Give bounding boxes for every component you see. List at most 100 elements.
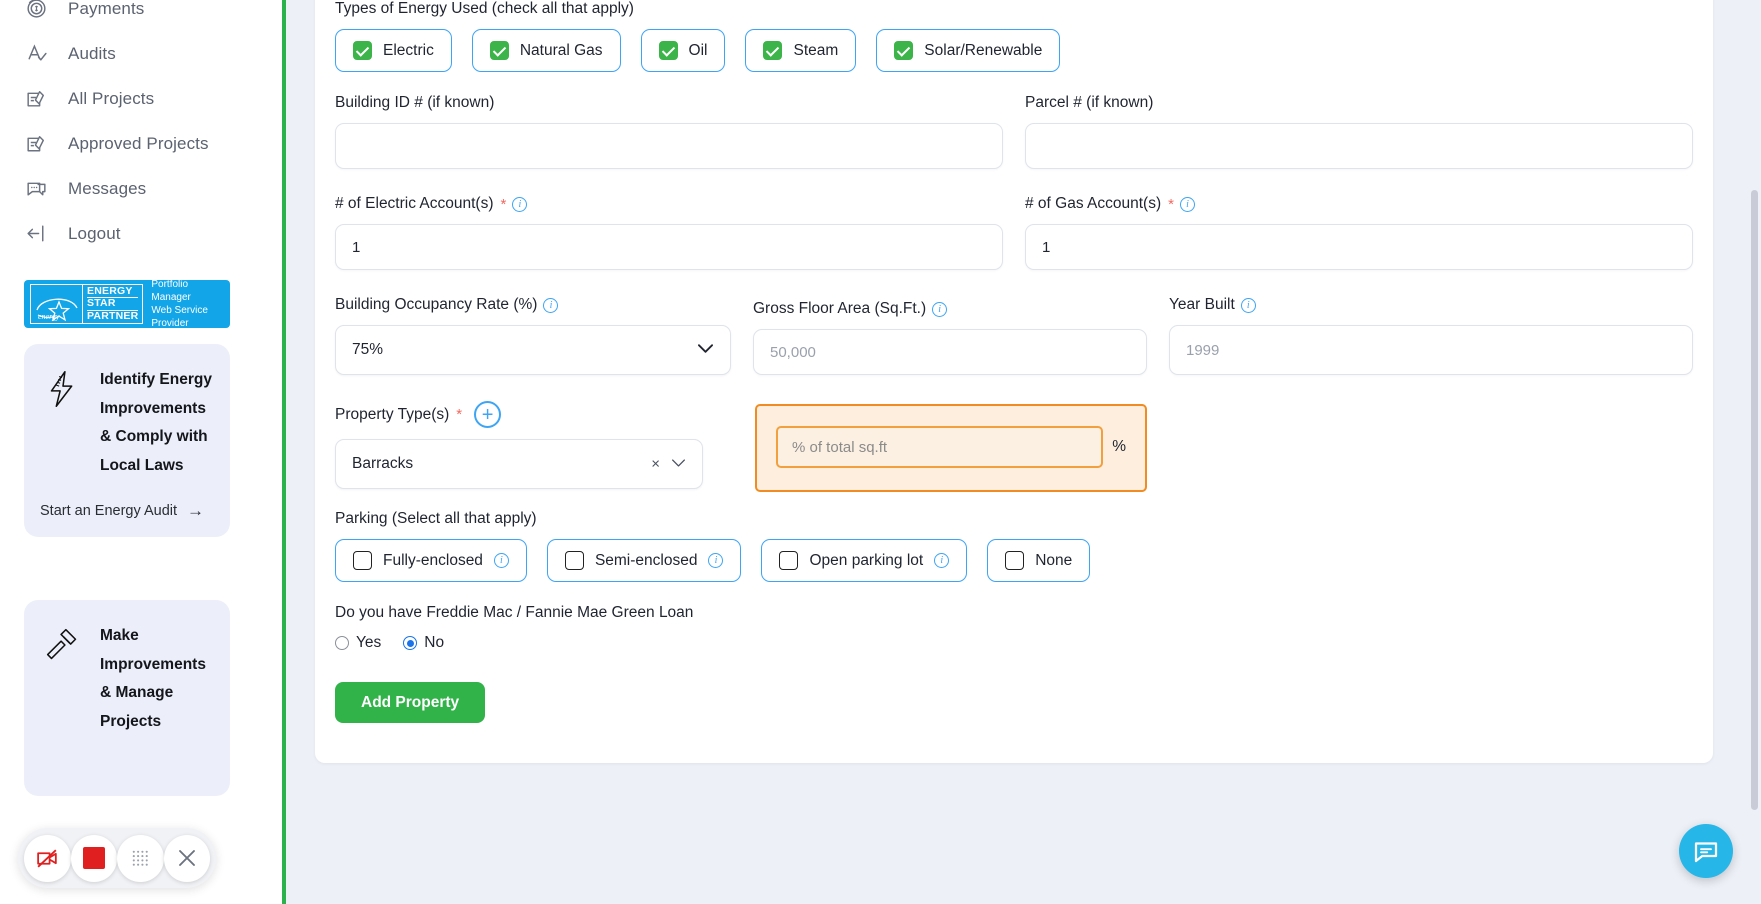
checkbox-box[interactable] [489, 41, 509, 60]
lightning-bolt-icon [40, 366, 86, 412]
gross-floor-area-input[interactable]: 50,000 [753, 329, 1147, 375]
add-property-button[interactable]: Add Property [335, 682, 486, 723]
label-text: Gross Floor Area (Sq.Ft.) [753, 300, 927, 317]
radio-button[interactable] [403, 636, 418, 650]
parking-label: Parking (Select all that apply) [335, 510, 537, 527]
checkbox-open-parking-lot[interactable]: Open parking lot i [761, 539, 968, 582]
promo-card-energy-audit[interactable]: Identify Energy Improvements & Comply wi… [24, 344, 230, 537]
sidebar-item-label: Payments [68, 0, 145, 18]
close-icon[interactable] [163, 834, 210, 882]
electric-accounts-field: # of Electric Account(s) * i 1 [335, 195, 1003, 270]
info-icon[interactable]: i [934, 553, 950, 568]
camera-off-icon[interactable] [24, 834, 71, 882]
approved-projects-icon [22, 130, 50, 158]
sidebar-item-logout[interactable]: Logout [0, 211, 282, 256]
gas-accounts-label: # of Gas Account(s) * i [1025, 195, 1693, 213]
sidebar-item-label: Audits [68, 43, 116, 63]
checkbox-box[interactable] [894, 41, 914, 60]
electric-accounts-input[interactable]: 1 [335, 224, 1003, 270]
energy-star-partner-badge: energy ENERGY STAR PARTNER Portfolio Man… [24, 280, 230, 328]
checkbox-fully-enclosed[interactable]: Fully-enclosed i [335, 539, 527, 582]
info-icon[interactable]: i [1179, 196, 1195, 212]
energy-types-group: Electric Natural Gas Oil Steam Solar/Ren… [335, 29, 1693, 72]
ids-row: Building ID # (if known) Parcel # (if kn… [335, 94, 1693, 169]
sidebar-item-audits[interactable]: Audits [0, 31, 282, 76]
energy-star-wordmark: ENERGY STAR PARTNER [83, 285, 142, 323]
sidebar-item-all-projects[interactable]: All Projects [0, 76, 282, 121]
energy-star-logo: energy ENERGY STAR PARTNER [30, 284, 144, 324]
gas-accounts-input[interactable]: 1 [1025, 224, 1693, 270]
green-loan-radio-group: Yes No [335, 634, 1693, 652]
property-type-select[interactable]: Barracks × [335, 439, 703, 489]
percent-of-total-sqft-input[interactable]: % of total sq.ft [776, 426, 1104, 468]
gas-accounts-field: # of Gas Account(s) * i 1 [1025, 195, 1693, 270]
property-type-select-wrap: Barracks × [335, 439, 703, 489]
grid-dots-icon[interactable] [117, 834, 164, 882]
parcel-input[interactable] [1025, 123, 1693, 169]
badge-line-2: STAR [87, 298, 139, 311]
accounts-row: # of Electric Account(s) * i 1 # of Gas … [335, 195, 1693, 270]
promo-title: Make Improvements & Manage Projects [100, 627, 206, 730]
checkbox-semi-enclosed[interactable]: Semi-enclosed i [546, 539, 742, 582]
occupancy-rate-select[interactable]: 75% [335, 325, 731, 375]
label-text: # of Electric Account(s) [335, 195, 494, 212]
info-icon[interactable]: i [512, 196, 528, 212]
sidebar-item-approved-projects[interactable]: Approved Projects [0, 121, 282, 166]
radio-green-loan-yes[interactable]: Yes [335, 634, 381, 652]
info-icon[interactable]: i [932, 301, 948, 317]
building-metrics-row: Building Occupancy Rate (%) i 75% Gross … [335, 296, 1693, 375]
checkbox-solar-renewable[interactable]: Solar/Renewable [876, 29, 1061, 72]
checkbox-natural-gas[interactable]: Natural Gas [471, 29, 621, 72]
checkbox-none[interactable]: None [987, 539, 1091, 582]
svg-text:energy: energy [38, 312, 60, 321]
app-root: Payments Audits All Projects Approved Pr… [0, 0, 1761, 904]
arrow-right-icon: → [187, 501, 205, 520]
radio-button[interactable] [335, 636, 349, 650]
checkbox-box[interactable] [658, 41, 678, 60]
info-icon[interactable]: i [493, 553, 509, 568]
checkbox-label: Solar/Renewable [924, 41, 1043, 59]
radio-label: No [424, 634, 445, 651]
checkbox-label: Electric [383, 41, 434, 59]
checkbox-box[interactable] [1005, 551, 1025, 570]
info-icon[interactable]: i [1240, 297, 1256, 313]
radio-green-loan-no[interactable]: No [403, 634, 444, 652]
checkbox-label: Semi-enclosed [594, 551, 698, 569]
checkbox-box[interactable] [353, 551, 372, 570]
info-icon[interactable]: i [543, 297, 559, 313]
checkbox-label: Fully-enclosed [383, 551, 483, 569]
checkbox-box[interactable] [763, 41, 783, 60]
checkbox-box[interactable] [564, 551, 584, 570]
badge-subtitle: Portfolio Manager Web Service Provider [149, 280, 224, 328]
clear-icon[interactable]: × [651, 456, 660, 473]
sidebar-item-messages[interactable]: Messages [0, 166, 282, 211]
sidebar-item-payments[interactable]: Payments [0, 0, 282, 31]
building-id-input[interactable] [335, 123, 1003, 169]
recording-toolbar [18, 828, 216, 888]
checkbox-steam[interactable]: Steam [745, 29, 857, 72]
year-built-input[interactable]: 1999 [1169, 325, 1693, 375]
promo-card-projects[interactable]: Make Improvements & Manage Projects [24, 600, 230, 796]
stop-square [82, 847, 105, 869]
checkbox-label: Open parking lot [809, 551, 924, 569]
checkbox-box[interactable] [353, 41, 372, 60]
start-energy-audit-link[interactable]: Start an Energy Audit → [40, 502, 214, 519]
badge-sub-1: Portfolio Manager [151, 280, 191, 303]
property-type-value: Barracks [352, 455, 414, 472]
required-asterisk: * [456, 406, 463, 423]
vertical-scrollbar[interactable] [1751, 190, 1758, 810]
stop-recording-icon[interactable] [70, 834, 117, 882]
promo-title: Identify Energy Improvements & Comply wi… [100, 371, 212, 474]
checkbox-electric[interactable]: Electric [335, 29, 452, 72]
percent-of-total-sqft-highlight: % of total sq.ft % [755, 404, 1147, 492]
checkbox-box[interactable] [779, 551, 799, 570]
occupancy-rate-field: Building Occupancy Rate (%) i 75% [335, 296, 731, 375]
chat-bubble-icon[interactable] [1679, 824, 1733, 878]
checkbox-oil[interactable]: Oil [640, 29, 726, 72]
add-property-type-button[interactable]: + [474, 401, 502, 428]
label-text: Building Occupancy Rate (%) [335, 296, 538, 313]
property-type-row: Barracks × % of total sq.ft % [335, 404, 1693, 492]
logout-icon [22, 220, 50, 248]
info-icon[interactable]: i [708, 553, 724, 568]
green-loan-label: Do you have Freddie Mac / Fannie Mae Gre… [335, 604, 694, 621]
